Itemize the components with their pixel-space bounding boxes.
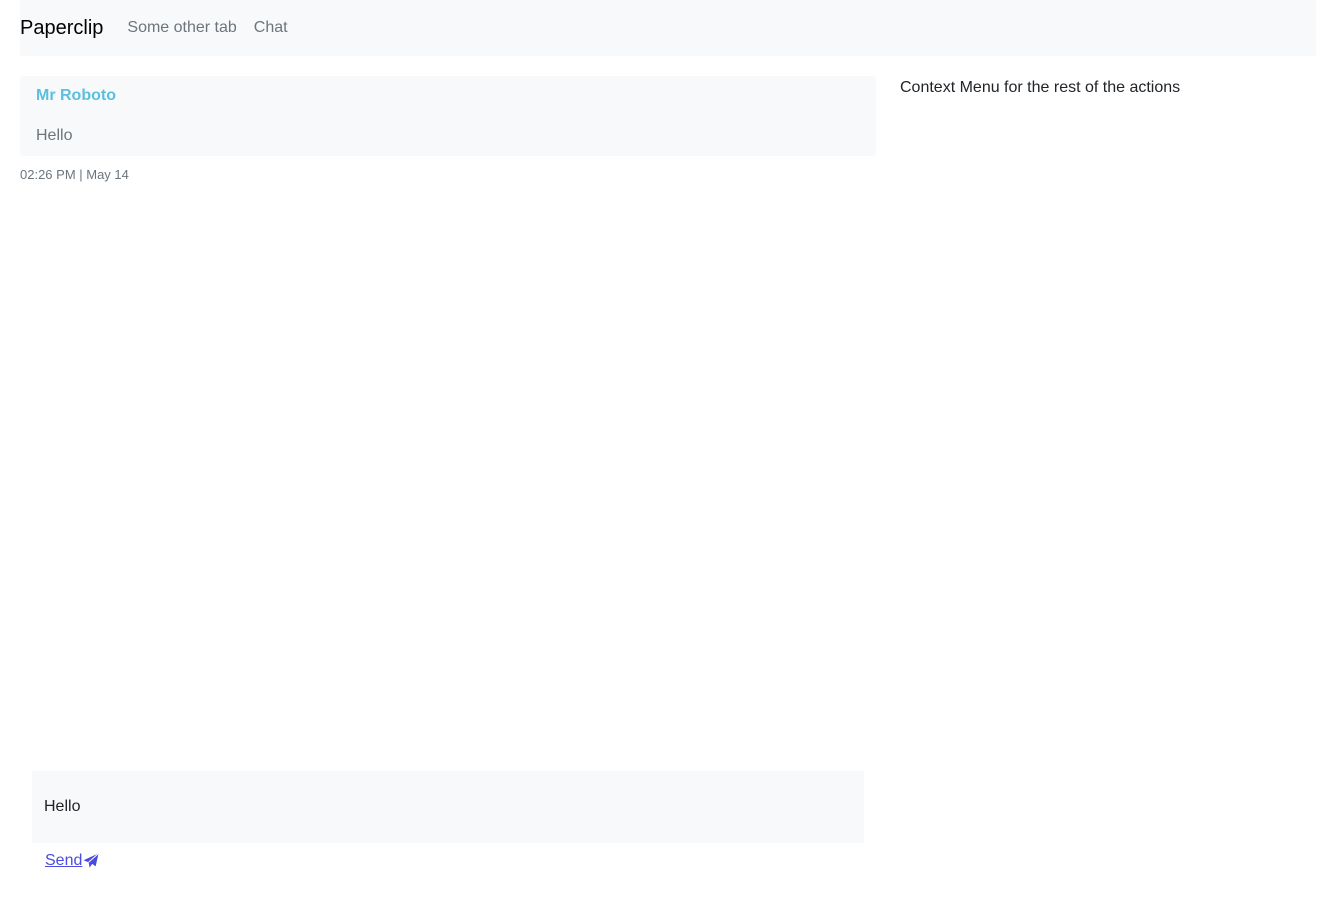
top-navbar: Paperclip Some other tab Chat bbox=[20, 0, 1316, 56]
message-card: Mr Roboto Hello bbox=[20, 76, 876, 156]
send-label: Send bbox=[45, 852, 83, 869]
message-input[interactable] bbox=[32, 771, 864, 843]
send-button[interactable]: Send bbox=[45, 852, 100, 870]
brand-logo[interactable]: Paperclip bbox=[20, 17, 103, 40]
message-timestamp: 02:26 PM | May 14 bbox=[20, 167, 129, 182]
message-sender: Mr Roboto bbox=[36, 87, 116, 104]
tab-some-other-tab[interactable]: Some other tab bbox=[127, 19, 236, 37]
context-menu-panel: Context Menu for the rest of the actions bbox=[900, 79, 1181, 96]
tab-chat[interactable]: Chat bbox=[254, 19, 288, 37]
paper-plane-icon bbox=[83, 853, 100, 869]
message-text: Hello bbox=[36, 127, 73, 144]
